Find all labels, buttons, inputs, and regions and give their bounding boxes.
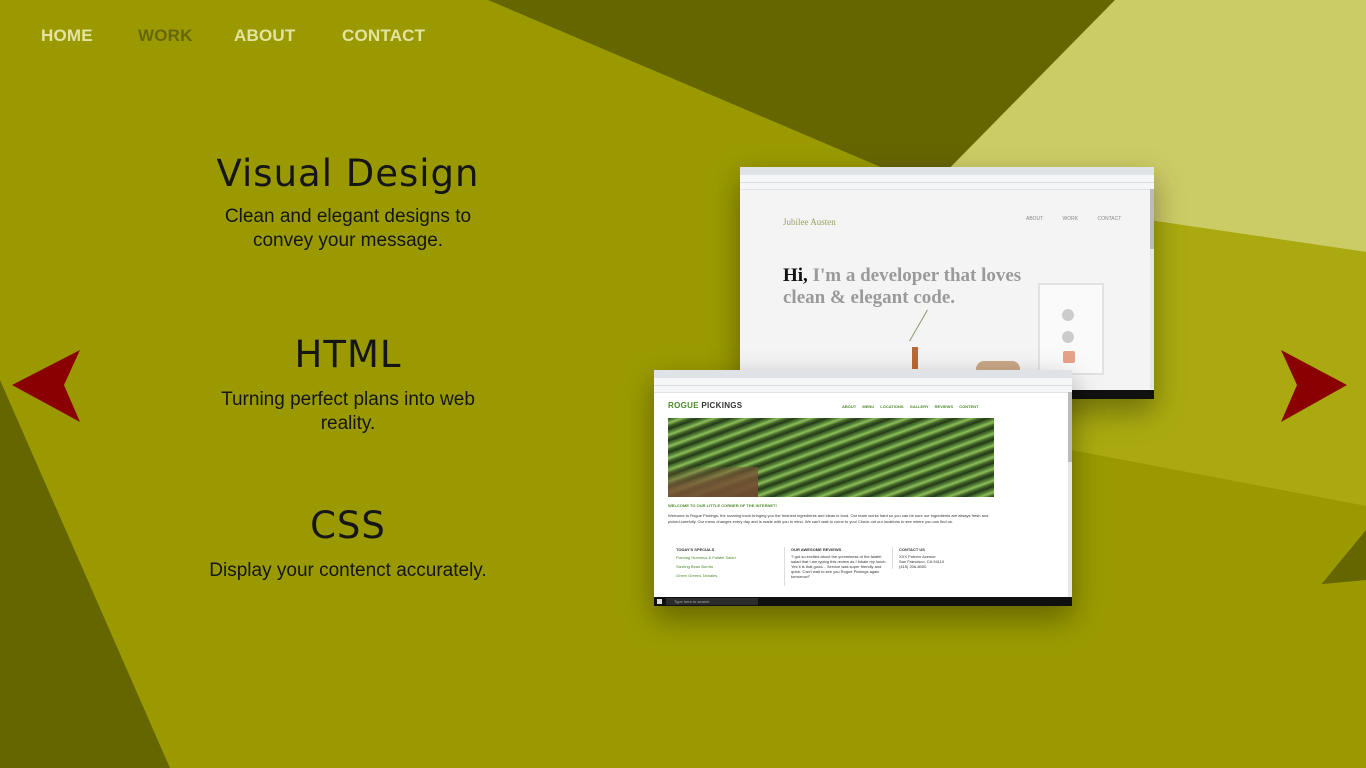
contact-line: (415) 206-8000 xyxy=(899,564,927,569)
plant-illustration xyxy=(912,347,918,369)
hero-heading-bold: Hi, xyxy=(783,265,808,286)
contact-column: CONTACT US XXX Potrero Avenue San Franci… xyxy=(892,547,989,569)
section-title: Visual Design xyxy=(216,152,480,195)
site-logo-secondary: PICKINGS xyxy=(701,401,743,410)
nav-about-link[interactable]: ABOUT xyxy=(234,26,295,46)
os-taskbar: Type here to search xyxy=(654,597,1072,606)
site-nav-about: ABOUT xyxy=(1026,216,1044,222)
browser-tabs xyxy=(654,370,1072,378)
carousel-next-button[interactable] xyxy=(1279,350,1349,422)
nav-work-link[interactable]: WORK xyxy=(138,26,193,46)
reviews-heading: OUR AWESOME REVIEWS xyxy=(791,547,842,552)
carousel-prev-button[interactable] xyxy=(12,350,82,422)
site-nav-about: ABOUT xyxy=(842,404,857,409)
section-html: HTML Turning perfect plans into web real… xyxy=(196,333,500,436)
portfolio-screenshot-back: Jubilee Austen ABOUT WORK CONTACT Hi, I'… xyxy=(740,167,1154,399)
special-item[interactable]: Sizzling Bean Burrito xyxy=(676,562,776,571)
site-nav-reviews: REVIEWS xyxy=(934,404,954,409)
browser-bookmarks-bar xyxy=(654,386,1072,393)
nav-home-link[interactable]: HOME xyxy=(41,26,93,46)
browser-address-bar xyxy=(740,175,1154,183)
section-visual-design: Visual Design Clean and elegant designs … xyxy=(196,152,500,253)
section-css: CSS Display your contenct accurately. xyxy=(196,504,500,583)
hero-heading: Hi, I'm a developer that loves clean & e… xyxy=(783,265,1021,309)
site-logo-primary: ROGUE xyxy=(668,401,699,410)
review-quote: "I got so excited about the yumminess of… xyxy=(791,554,887,579)
browser-tabs xyxy=(740,167,1154,175)
browser-bookmarks-bar xyxy=(740,183,1154,190)
windows-start-icon[interactable] xyxy=(657,599,662,604)
reviews-column: OUR AWESOME REVIEWS "I got so excited ab… xyxy=(784,547,887,586)
rogue-pickings-screenshot-front: ROGUE PICKINGS ABOUT MENU LOCATIONS GALL… xyxy=(654,370,1072,606)
taskbar-search-box[interactable]: Type here to search xyxy=(666,598,758,605)
section-description: Clean and elegant designs to convey your… xyxy=(224,206,472,251)
site-nav-menu: MENU xyxy=(862,404,875,409)
site-logo: ROGUE PICKINGS xyxy=(668,401,742,410)
hero-image-green-beans xyxy=(668,418,994,497)
site-nav-content: CONTENT xyxy=(959,404,979,409)
taskbar-search-placeholder: Type here to search xyxy=(674,599,710,604)
browser-address-bar xyxy=(654,378,1072,386)
hero-heading-line1: I'm a developer that loves xyxy=(812,265,1022,286)
site-nav-work: WORK xyxy=(1062,216,1079,222)
section-title: HTML xyxy=(294,333,402,376)
arrow-left-icon xyxy=(12,350,80,422)
hero-heading-line2: clean & elegant code. xyxy=(783,287,956,308)
site-nav-contact: CONTACT xyxy=(1097,216,1122,222)
intro-paragraph: Welcome to Rogue Pickings, the roaming t… xyxy=(668,513,989,524)
arrow-right-icon xyxy=(1281,350,1347,422)
site-nav: ABOUT WORK CONTACT xyxy=(1026,216,1121,222)
site-logo: Jubilee Austen xyxy=(783,217,836,227)
special-item[interactable]: Flaming Hummus & Falafel Salad xyxy=(676,553,776,562)
section-description: Display your contenct accurately. xyxy=(209,560,487,581)
nav-contact-link[interactable]: CONTACT xyxy=(342,26,425,46)
pot-illustration xyxy=(1063,351,1075,363)
site-nav-locations: LOCATIONS xyxy=(880,404,904,409)
special-item[interactable]: Green Greens Tamales xyxy=(676,571,776,580)
specials-column: TODAY'S SPECIALS Flaming Hummus & Falafe… xyxy=(676,547,776,580)
contact-heading: CONTACT US xyxy=(899,547,925,552)
site-nav: ABOUT MENU LOCATIONS GALLERY REVIEWS CON… xyxy=(842,404,979,409)
section-title: CSS xyxy=(310,504,386,547)
scrollbar[interactable] xyxy=(1068,392,1072,597)
welcome-heading: WELCOME TO OUR LITTLE CORNER OF THE INTE… xyxy=(668,503,777,508)
section-description: Turning perfect plans into web reality. xyxy=(221,389,475,434)
scrollbar[interactable] xyxy=(1150,189,1154,389)
site-nav-gallery: GALLERY xyxy=(909,404,929,409)
